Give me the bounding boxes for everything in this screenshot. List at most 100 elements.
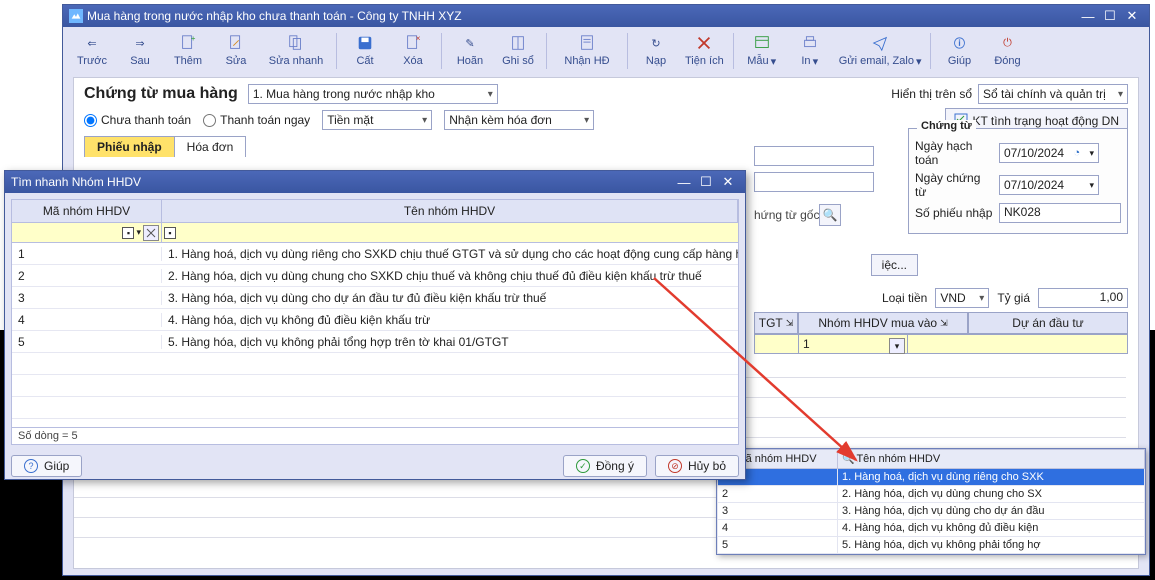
defer-button[interactable]: ✎Hoãn [447,31,493,69]
col-tgt[interactable]: TGT⇲ [754,312,798,334]
payment-method-select[interactable]: Tiền mặt [322,110,432,130]
edit-row: 1 ▾ [754,334,1128,354]
close-button[interactable]: ✕ [1121,8,1143,24]
document-group: Chứng từ Ngày hạch toán 07/10/2024 ◔ ▾ N… [908,128,1128,234]
chevron-down-icon[interactable]: ▾ [1089,148,1094,159]
pin-icon: ⇲ [786,318,794,329]
dialog-help-button[interactable]: ?Giúp [11,455,82,477]
cancel-icon: ⊘ [668,459,682,473]
pencil-icon: ✎ [460,33,480,53]
next-button[interactable]: ⇒Sau [117,31,163,69]
print-button[interactable]: In▾ [787,31,833,70]
dialog-row[interactable]: 55. Hàng hóa, dịch vụ không phải tổng hợ… [12,331,738,353]
tab-receipt[interactable]: Phiếu nhập [84,136,175,157]
group-dropdown-popup: 🔍Mã nhóm HHDV 🔍Tên nhóm HHDV 11. Hàng ho… [716,448,1146,555]
col-project[interactable]: Dự án đầu tư [968,312,1128,334]
document-group-title: Chứng từ [917,120,976,132]
search-dialog: Tìm nhanh Nhóm HHDV — ☐ ✕ Mã nhóm HHDV T… [4,170,746,480]
send-icon [870,33,890,53]
tab-invoice[interactable]: Hóa đơn [174,136,247,157]
question-icon: ? [24,459,38,473]
dialog-close-button[interactable]: ✕ [717,174,739,190]
utils-button[interactable]: Tiện ích [681,31,728,69]
dialog-minimize-button[interactable]: — [673,175,695,190]
purchase-type-select[interactable]: 1. Mua hàng trong nước nhập kho [248,84,498,104]
posting-date-input[interactable]: 07/10/2024 ◔ ▾ [999,143,1099,163]
posting-date-label: Ngày hạch toán [915,139,995,167]
display-label: Hiển thị trên sổ [891,87,972,101]
receipt-no-label: Số phiếu nhập [915,206,995,220]
send-button[interactable]: Gửi email, Zalo▾ [835,31,926,70]
popup-row[interactable]: 55. Hàng hóa, dịch vụ không phải tổng hợ [718,537,1145,554]
popup-col-name[interactable]: 🔍Tên nhóm HHDV [838,450,1145,469]
paid-now-radio[interactable]: Thanh toán ngay [203,113,310,127]
arrow-left-icon: ⇐ [82,33,102,53]
doc-date-input[interactable]: 07/10/2024 ▾ [999,175,1099,195]
chevron-down-icon: ▾ [916,55,922,68]
quick-edit-button[interactable]: Sửa nhanh [261,31,331,69]
maximize-button[interactable]: ☐ [1099,8,1121,24]
help-button[interactable]: ⓘGiúp [936,31,982,69]
col-group[interactable]: Nhóm HHDV mua vào⇲ [798,312,968,334]
chevron-down-icon[interactable]: ▾ [889,338,905,354]
dialog-row[interactable]: 44. Hàng hóa, dịch vụ không đủ điều kiện… [12,309,738,331]
svg-text:×: × [416,34,421,43]
printer-icon [800,33,820,53]
pin-icon: ⇲ [940,318,948,329]
prev-button[interactable]: ⇐Trước [69,31,115,69]
dialog-grid-header: Mã nhóm HHDV Tên nhóm HHDV [12,200,738,223]
dialog-row[interactable]: 22. Hàng hóa, dịch vụ dùng chung cho SXK… [12,265,738,287]
plus-doc-icon: + [178,33,198,53]
exit-button[interactable]: ⏻Đóng [984,31,1030,69]
search-icon: 🔍 [842,454,854,465]
chevron-down-icon[interactable]: ▾ [136,227,141,238]
filter-checkbox-2[interactable]: ▪ [164,227,176,239]
origin-search-button[interactable]: 🔍 [819,204,841,226]
dialog-maximize-button[interactable]: ☐ [695,174,717,190]
dialog-row[interactable]: 11. Hàng hoá, dịch vụ dùng riêng cho SXK… [12,243,738,265]
reload-button[interactable]: ↻Nạp [633,31,679,69]
doc-date-label: Ngày chứng từ [915,171,995,199]
filter-clear-icon[interactable] [143,225,159,241]
post-button[interactable]: Ghi sổ [495,31,541,69]
dialog-col-name[interactable]: Tên nhóm HHDV [162,200,738,222]
add-button[interactable]: +Thêm [165,31,211,69]
reference-button[interactable]: iệc... [871,254,918,276]
partial-input-2[interactable] [754,172,874,192]
quick-edit-icon [286,33,306,53]
app-icon [69,9,83,23]
dialog-filter-row: ▪ ▾ ▪ [12,223,738,243]
currency-select[interactable]: VND [935,288,989,308]
main-toolbar: ⇐Trước ⇒Sau +Thêm Sửa Sửa nhanh Cất ×Xóa… [63,27,1149,73]
dialog-cancel-button[interactable]: ⊘Hủy bỏ [655,455,739,477]
partial-input-1[interactable] [754,146,874,166]
receive-invoice-button[interactable]: Nhận HĐ [552,31,622,69]
info-icon: ⓘ [949,33,969,53]
group-cell-input[interactable]: 1 ▾ [799,337,907,351]
invoice-option-select[interactable]: Nhận kèm hóa đơn [444,110,594,130]
delete-button[interactable]: ×Xóa [390,31,436,69]
template-button[interactable]: Mẫu▾ [739,31,785,70]
rate-input[interactable]: 1,00 [1038,288,1128,308]
popup-row[interactable]: 11. Hàng hoá, dịch vụ dùng riêng cho SXK [718,469,1145,486]
svg-text:+: + [191,34,196,43]
dialog-ok-button[interactable]: ✓Đồng ý [563,455,647,477]
popup-row[interactable]: 22. Hàng hóa, dịch vụ dùng chung cho SX [718,486,1145,503]
unpaid-radio[interactable]: Chưa thanh toán [84,113,191,127]
arrow-right-icon: ⇒ [130,33,150,53]
dialog-row[interactable]: 33. Hàng hóa, dịch vụ dùng cho dự án đầu… [12,287,738,309]
display-book-select[interactable]: Sổ tài chính và quản trị [978,84,1128,104]
receipt-no-input[interactable]: NK028 [999,203,1121,223]
save-button[interactable]: Cất [342,31,388,69]
dialog-col-code[interactable]: Mã nhóm HHDV [12,200,162,222]
refresh-icon: ↻ [646,33,666,53]
minimize-button[interactable]: — [1077,9,1099,24]
dialog-rows: 11. Hàng hoá, dịch vụ dùng riêng cho SXK… [12,243,738,427]
popup-row[interactable]: 33. Hàng hóa, dịch vụ dùng cho dự án đầu [718,503,1145,520]
filter-checkbox[interactable]: ▪ [122,227,134,239]
save-icon [355,33,375,53]
edit-button[interactable]: Sửa [213,31,259,69]
dialog-titlebar: Tìm nhanh Nhóm HHDV — ☐ ✕ [5,171,745,193]
popup-row[interactable]: 44. Hàng hóa, dịch vụ không đủ điều kiện [718,520,1145,537]
chevron-down-icon[interactable]: ▾ [1089,180,1094,191]
